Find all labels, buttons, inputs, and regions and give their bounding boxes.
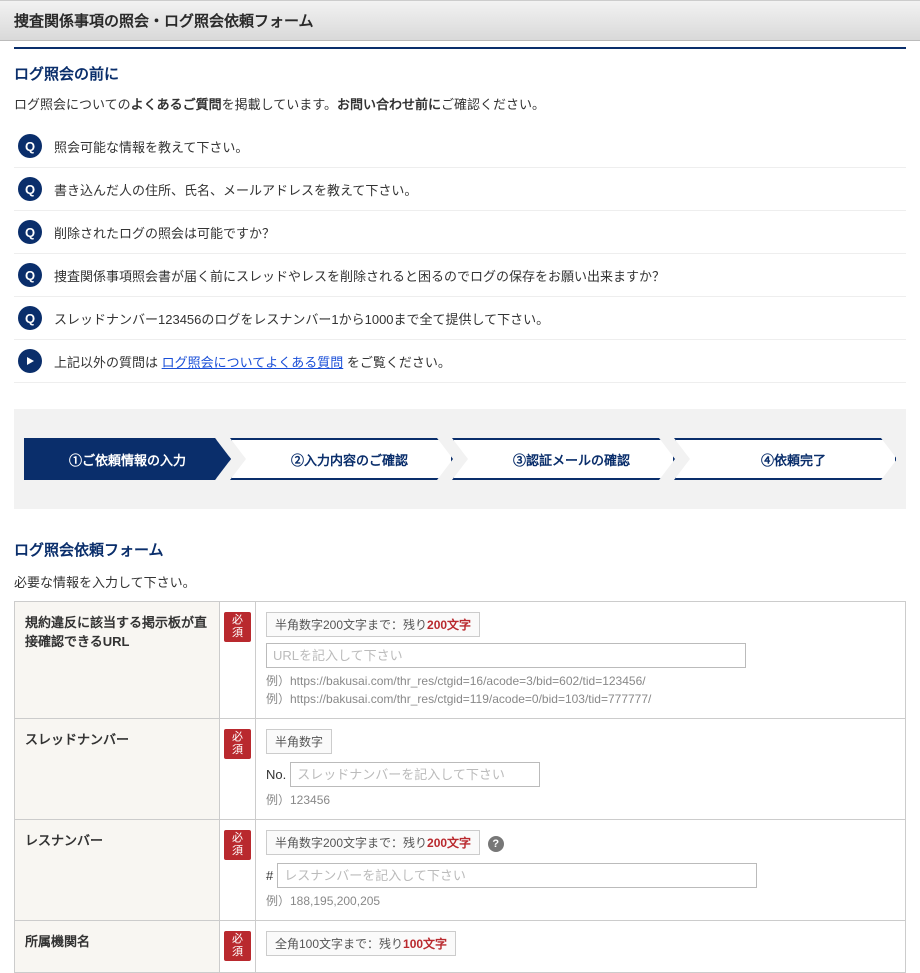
example-url: 例）https://bakusai.com/thr_res/ctgid=16/a…	[266, 672, 895, 708]
hint-res: 半角数字200文字まで：残り200文字	[266, 830, 480, 855]
hint-org-pre: 全角100文字まで：残り	[275, 937, 403, 951]
form-section: ログ照会依頼フォーム 必要な情報を入力して下さい。 規約違反に該当する掲示板が直…	[14, 539, 906, 973]
field-thread: 半角数字 No. 例）123456	[256, 719, 906, 820]
step-4: ④依頼完了	[674, 438, 896, 480]
required-badge: 必須	[224, 729, 251, 759]
faq-text: 照会可能な情報を教えて下さい。	[54, 137, 902, 156]
thread-input[interactable]	[290, 762, 540, 787]
res-prefix: #	[266, 868, 273, 883]
more-suffix: をご覧ください。	[343, 355, 451, 370]
question-icon: Q	[18, 263, 42, 287]
hint-res-pre: 半角数字200文字まで：残り	[275, 836, 427, 850]
intro-c: を掲載しています。	[222, 97, 337, 112]
before-title: ログ照会の前に	[14, 63, 906, 84]
faq-text: スレッドナンバー123456のログをレスナンバー1から1000まで全て提供して下…	[54, 309, 902, 328]
step-2: ②入力内容のご確認	[230, 438, 453, 480]
label-res: レスナンバー	[15, 820, 220, 921]
question-icon: Q	[18, 220, 42, 244]
form-table: 規約違反に該当する掲示板が直接確認できるURL 必須 半角数字200文字まで：残…	[14, 601, 906, 973]
form-title: ログ照会依頼フォーム	[14, 539, 906, 560]
required-badge: 必須	[224, 612, 251, 642]
step-1: ①ご依頼情報の入力	[24, 438, 231, 480]
field-org: 全角100文字まで：残り100文字	[256, 921, 906, 973]
faq-text: 捜査関係事項照会書が届く前にスレッドやレスを削除されると困るのでログの保存をお願…	[54, 266, 902, 285]
required-badge: 必須	[224, 830, 251, 860]
faq-item[interactable]: Q 削除されたログの照会は可能ですか？	[14, 211, 906, 254]
hint-url-pre: 半角数字200文字まで：残り	[275, 618, 427, 632]
hint-org-count: 100文字	[403, 937, 447, 951]
intro-a: ログ照会についての	[14, 97, 131, 112]
hint-url: 半角数字200文字まで：残り200文字	[266, 612, 480, 637]
label-thread: スレッドナンバー	[15, 719, 220, 820]
url-input[interactable]	[266, 643, 746, 668]
res-input[interactable]	[277, 863, 757, 888]
faq-more: 上記以外の質問は ログ照会についてよくある質問 をご覧ください。	[14, 340, 906, 383]
help-icon[interactable]: ?	[488, 836, 504, 852]
example-res: 例）188,195,200,205	[266, 892, 895, 910]
faq-item[interactable]: Q 捜査関係事項照会書が届く前にスレッドやレスを削除されると困るのでログの保存を…	[14, 254, 906, 297]
play-icon	[18, 349, 42, 373]
required-badge: 必須	[224, 931, 251, 961]
faq-item[interactable]: Q 書き込んだ人の住所、氏名、メールアドレスを教えて下さい。	[14, 168, 906, 211]
question-icon: Q	[18, 134, 42, 158]
question-icon: Q	[18, 177, 42, 201]
intro-d: お問い合わせ前に	[337, 97, 441, 112]
step-3: ③認証メールの確認	[452, 438, 675, 480]
hint-res-count: 200文字	[427, 836, 471, 850]
faq-text: 削除されたログの照会は可能ですか？	[54, 223, 902, 242]
faq-more-link[interactable]: ログ照会についてよくある質問	[162, 355, 344, 370]
hint-thread: 半角数字	[266, 729, 332, 754]
question-icon: Q	[18, 306, 42, 330]
more-prefix: 上記以外の質問は	[54, 355, 162, 370]
example-thread: 例）123456	[266, 791, 895, 809]
row-org: 所属機関名 必須 全角100文字まで：残り100文字	[15, 921, 906, 973]
hint-org: 全角100文字まで：残り100文字	[266, 931, 456, 956]
before-intro: ログ照会についてのよくあるご質問を掲載しています。お問い合わせ前にご確認ください…	[14, 94, 906, 113]
req-cell: 必須	[220, 921, 256, 973]
field-res: 半角数字200文字まで：残り200文字 ? # 例）188,195,200,20…	[256, 820, 906, 921]
header-divider	[14, 47, 906, 49]
step-band: ①ご依頼情報の入力 ②入力内容のご確認 ③認証メールの確認 ④依頼完了	[14, 409, 906, 509]
page-header: 捜査関係事項の照会・ログ照会依頼フォーム	[0, 0, 920, 41]
faq-item[interactable]: Q スレッドナンバー123456のログをレスナンバー1から1000まで全て提供し…	[14, 297, 906, 340]
label-org: 所属機関名	[15, 921, 220, 973]
intro-b: よくあるご質問	[131, 97, 222, 112]
faq-text: 書き込んだ人の住所、氏名、メールアドレスを教えて下さい。	[54, 180, 902, 199]
steps: ①ご依頼情報の入力 ②入力内容のご確認 ③認証メールの確認 ④依頼完了	[24, 438, 896, 480]
thread-prefix: No.	[266, 767, 286, 782]
faq-list: Q 照会可能な情報を教えて下さい。 Q 書き込んだ人の住所、氏名、メールアドレス…	[14, 125, 906, 383]
page-title: 捜査関係事項の照会・ログ照会依頼フォーム	[14, 13, 314, 30]
intro-e: ご確認ください。	[441, 97, 545, 112]
req-cell: 必須	[220, 602, 256, 719]
row-url: 規約違反に該当する掲示板が直接確認できるURL 必須 半角数字200文字まで：残…	[15, 602, 906, 719]
faq-item[interactable]: Q 照会可能な情報を教えて下さい。	[14, 125, 906, 168]
faq-more-text: 上記以外の質問は ログ照会についてよくある質問 をご覧ください。	[54, 352, 902, 371]
req-cell: 必須	[220, 820, 256, 921]
field-url: 半角数字200文字まで：残り200文字 例）https://bakusai.co…	[256, 602, 906, 719]
req-cell: 必須	[220, 719, 256, 820]
hint-url-count: 200文字	[427, 618, 471, 632]
row-res: レスナンバー 必須 半角数字200文字まで：残り200文字 ? # 例）188,…	[15, 820, 906, 921]
row-thread: スレッドナンバー 必須 半角数字 No. 例）123456	[15, 719, 906, 820]
label-url: 規約違反に該当する掲示板が直接確認できるURL	[15, 602, 220, 719]
form-intro: 必要な情報を入力して下さい。	[14, 572, 906, 591]
